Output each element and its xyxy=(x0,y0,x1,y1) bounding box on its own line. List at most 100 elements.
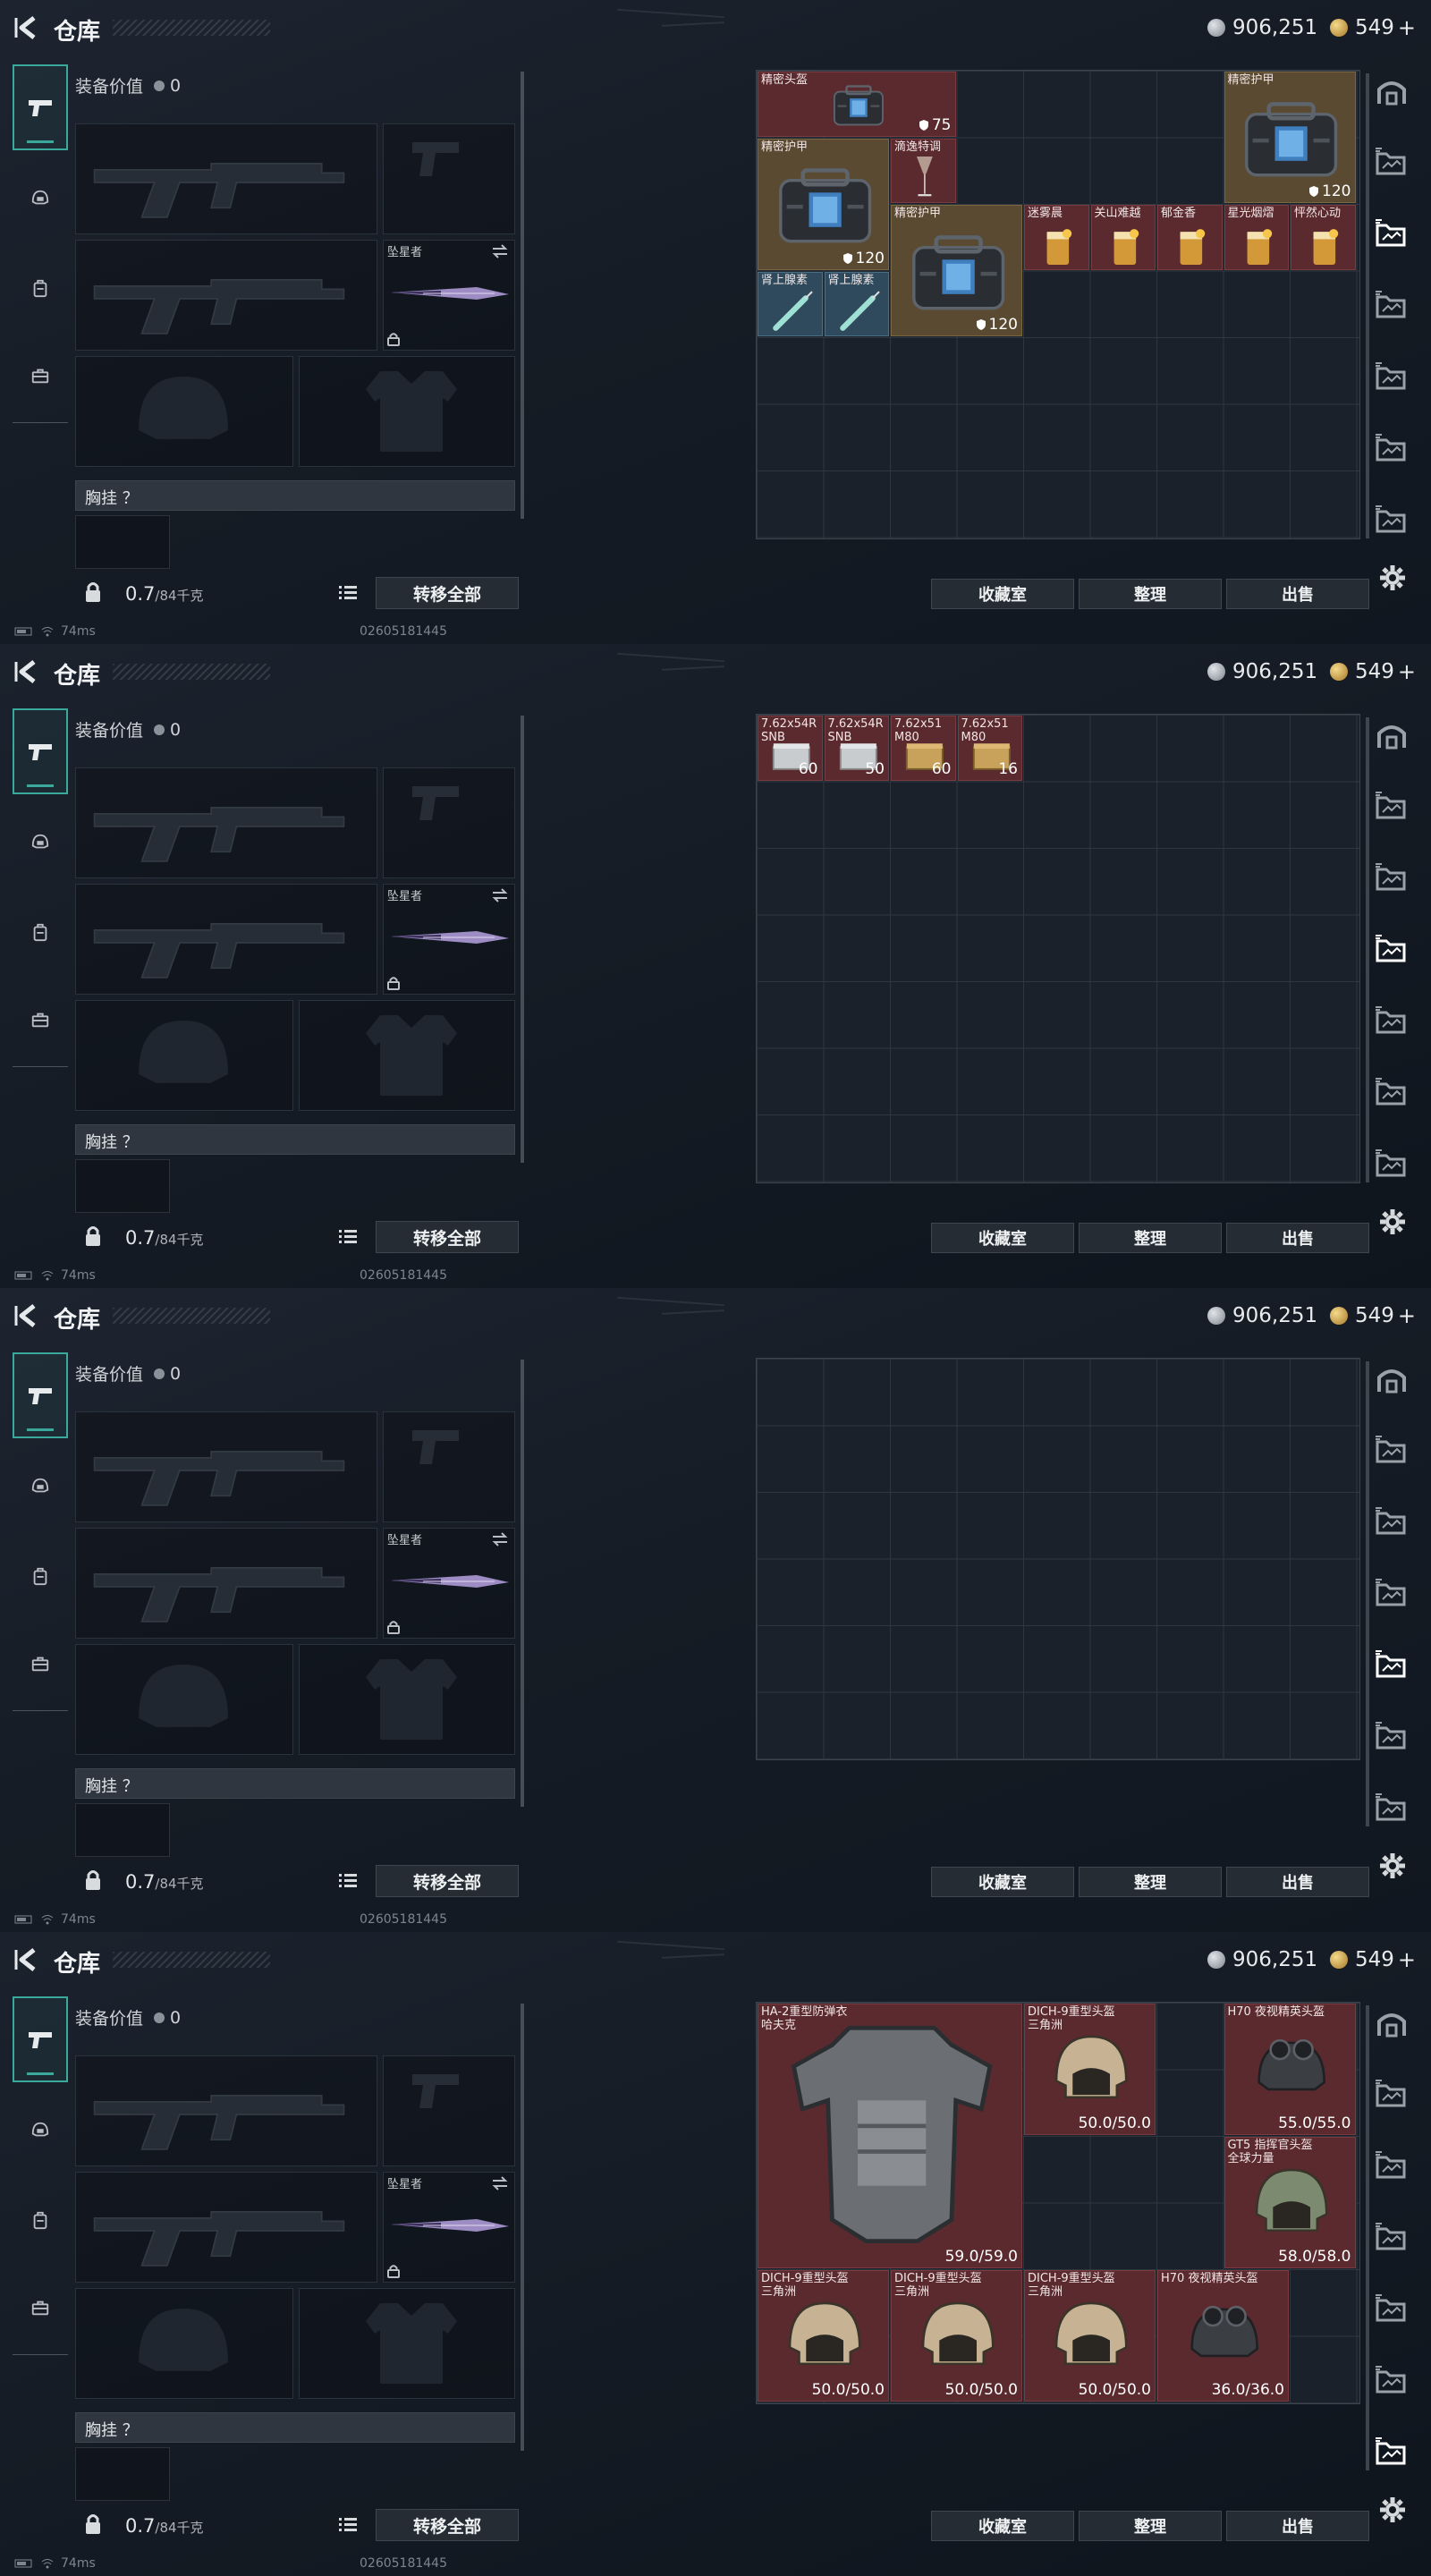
inventory-item[interactable]: 7.62x54R SNB 50 xyxy=(824,716,889,781)
storage-tab-3-icon[interactable] xyxy=(1374,934,1413,970)
sort-button[interactable]: 整理 xyxy=(1079,1223,1222,1253)
inventory-item[interactable]: DICH-9重型头盔 三角洲 50.0/50.0 xyxy=(758,2270,889,2402)
inventory-item[interactable]: 7.62x51 M80 60 xyxy=(891,716,956,781)
arch-icon[interactable] xyxy=(1374,719,1413,755)
pistol-slot[interactable] xyxy=(383,767,515,878)
storage-tab-4-icon[interactable] xyxy=(1374,1005,1413,1041)
sell-button[interactable]: 出售 xyxy=(1226,1223,1369,1253)
pistol-icon[interactable] xyxy=(13,708,68,794)
primary-weapon-slot[interactable] xyxy=(75,123,377,234)
loadout-scrollbar[interactable] xyxy=(521,716,524,1163)
gear-icon[interactable] xyxy=(1378,1852,1407,1880)
storage-tab-2-icon[interactable] xyxy=(1374,2150,1413,2186)
storage-scrollbar[interactable] xyxy=(1366,717,1369,1182)
inventory-item[interactable]: H70 夜视精英头盔 36.0/36.0 xyxy=(1157,2270,1289,2402)
transfer-all-button[interactable]: 转移全部 xyxy=(376,1221,519,1253)
storage-tab-6-icon[interactable] xyxy=(1374,1148,1413,1184)
armor-slot[interactable] xyxy=(299,1000,515,1111)
armor-slot[interactable] xyxy=(299,356,515,467)
add-currency-button[interactable]: + xyxy=(1398,659,1416,684)
storage-tab-1-icon[interactable] xyxy=(1374,2079,1413,2114)
backpack-icon[interactable] xyxy=(13,1549,68,1603)
storage-tab-6-icon[interactable] xyxy=(1374,1792,1413,1828)
melee-slot[interactable]: 坠星者 xyxy=(383,1528,515,1639)
transfer-all-button[interactable]: 转移全部 xyxy=(376,2509,519,2541)
helmet-slot[interactable] xyxy=(75,356,293,467)
storage-tab-4-icon[interactable] xyxy=(1374,361,1413,397)
primary-weapon-slot[interactable] xyxy=(75,2055,377,2166)
inventory-item[interactable]: HA-2重型防弹衣 哈夫克 59.0/59.0 xyxy=(758,2004,1022,2268)
inventory-item[interactable]: 滴逸特调 xyxy=(891,138,956,203)
add-currency-button[interactable]: + xyxy=(1398,1303,1416,1328)
storage-tab-4-icon[interactable] xyxy=(1374,1649,1413,1685)
secondary-weapon-slot[interactable] xyxy=(75,240,377,351)
inventory-item[interactable]: GT5 指挥官头盔 全球力量 58.0/58.0 xyxy=(1224,2137,1356,2268)
inventory-item[interactable]: 肾上腺素 xyxy=(758,271,823,336)
inventory-item[interactable]: DICH-9重型头盔 三角洲 50.0/50.0 xyxy=(891,2270,1022,2402)
arch-icon[interactable] xyxy=(1374,2007,1413,2043)
storage-tab-1-icon[interactable] xyxy=(1374,147,1413,182)
arch-icon[interactable] xyxy=(1374,1363,1413,1399)
pistol-slot[interactable] xyxy=(383,1411,515,1522)
gear-icon[interactable] xyxy=(1378,1208,1407,1236)
pistol-slot[interactable] xyxy=(383,123,515,234)
storage-scrollbar[interactable] xyxy=(1366,73,1369,538)
melee-slot[interactable]: 坠星者 xyxy=(383,240,515,351)
list-icon[interactable] xyxy=(338,583,358,601)
pistol-icon[interactable] xyxy=(13,1352,68,1438)
primary-weapon-slot[interactable] xyxy=(75,1411,377,1522)
storage-tab-2-icon[interactable] xyxy=(1374,862,1413,898)
storage-tab-5-icon[interactable] xyxy=(1374,1721,1413,1757)
gear-icon[interactable] xyxy=(1378,564,1407,592)
loadout-scrollbar[interactable] xyxy=(521,72,524,519)
armor-slot[interactable] xyxy=(299,1644,515,1755)
pistol-slot[interactable] xyxy=(383,2055,515,2166)
swap-icon[interactable] xyxy=(491,2176,509,2190)
inventory-item[interactable]: 关山难越 xyxy=(1090,205,1156,270)
storage-tab-6-icon[interactable] xyxy=(1374,504,1413,540)
back-arrow-icon[interactable] xyxy=(13,13,43,43)
chest-rig-header[interactable]: 胸挂 ？ xyxy=(75,480,515,511)
helmet-slot[interactable] xyxy=(75,2288,293,2399)
swap-icon[interactable] xyxy=(491,1532,509,1546)
storage-tab-2-icon[interactable] xyxy=(1374,1506,1413,1542)
inventory-item[interactable]: 精密护甲 120 xyxy=(1224,72,1356,203)
toolbox-icon[interactable] xyxy=(13,349,68,402)
back-arrow-icon[interactable] xyxy=(13,657,43,687)
add-currency-button[interactable]: + xyxy=(1398,15,1416,40)
transfer-all-button[interactable]: 转移全部 xyxy=(376,577,519,609)
list-icon[interactable] xyxy=(338,1227,358,1245)
storage-tab-1-icon[interactable] xyxy=(1374,791,1413,826)
list-icon[interactable] xyxy=(338,1871,358,1889)
storage-grid[interactable] xyxy=(756,1358,1360,1760)
arch-icon[interactable] xyxy=(1374,75,1413,111)
helmet-icon[interactable] xyxy=(13,816,68,869)
helmet-icon[interactable] xyxy=(13,172,68,225)
swap-icon[interactable] xyxy=(491,244,509,258)
backpack-icon[interactable] xyxy=(13,261,68,315)
inventory-item[interactable]: 精密护甲 120 xyxy=(891,205,1022,336)
gold-currency[interactable]: 549 + xyxy=(1330,1302,1416,1329)
transfer-all-button[interactable]: 转移全部 xyxy=(376,1865,519,1897)
backpack-icon[interactable] xyxy=(13,905,68,959)
inventory-item[interactable]: 迷雾晨 xyxy=(1024,205,1089,270)
collection-room-button[interactable]: 收藏室 xyxy=(931,579,1074,609)
helmet-icon[interactable] xyxy=(13,2104,68,2157)
inventory-item[interactable]: 郁金香 xyxy=(1157,205,1223,270)
gold-currency[interactable]: 549 + xyxy=(1330,14,1416,41)
back-arrow-icon[interactable] xyxy=(13,1301,43,1331)
helmet-slot[interactable] xyxy=(75,1000,293,1111)
storage-tab-4-icon[interactable] xyxy=(1374,2293,1413,2329)
inventory-item[interactable]: 精密护甲 120 xyxy=(758,138,889,270)
storage-scrollbar[interactable] xyxy=(1366,2005,1369,2470)
toolbox-icon[interactable] xyxy=(13,2281,68,2334)
sort-button[interactable]: 整理 xyxy=(1079,2511,1222,2541)
storage-tab-1-icon[interactable] xyxy=(1374,1435,1413,1470)
storage-tab-3-icon[interactable] xyxy=(1374,2222,1413,2258)
storage-tab-5-icon[interactable] xyxy=(1374,2365,1413,2401)
storage-grid[interactable]: 精密头盔 75 精密护甲 120 精密护甲 120 滴逸特调 精密护甲 120 … xyxy=(756,70,1360,539)
secondary-weapon-slot[interactable] xyxy=(75,1528,377,1639)
pistol-icon[interactable] xyxy=(13,1996,68,2082)
pistol-icon[interactable] xyxy=(13,64,68,150)
inventory-item[interactable]: H70 夜视精英头盔 55.0/55.0 xyxy=(1224,2004,1356,2135)
